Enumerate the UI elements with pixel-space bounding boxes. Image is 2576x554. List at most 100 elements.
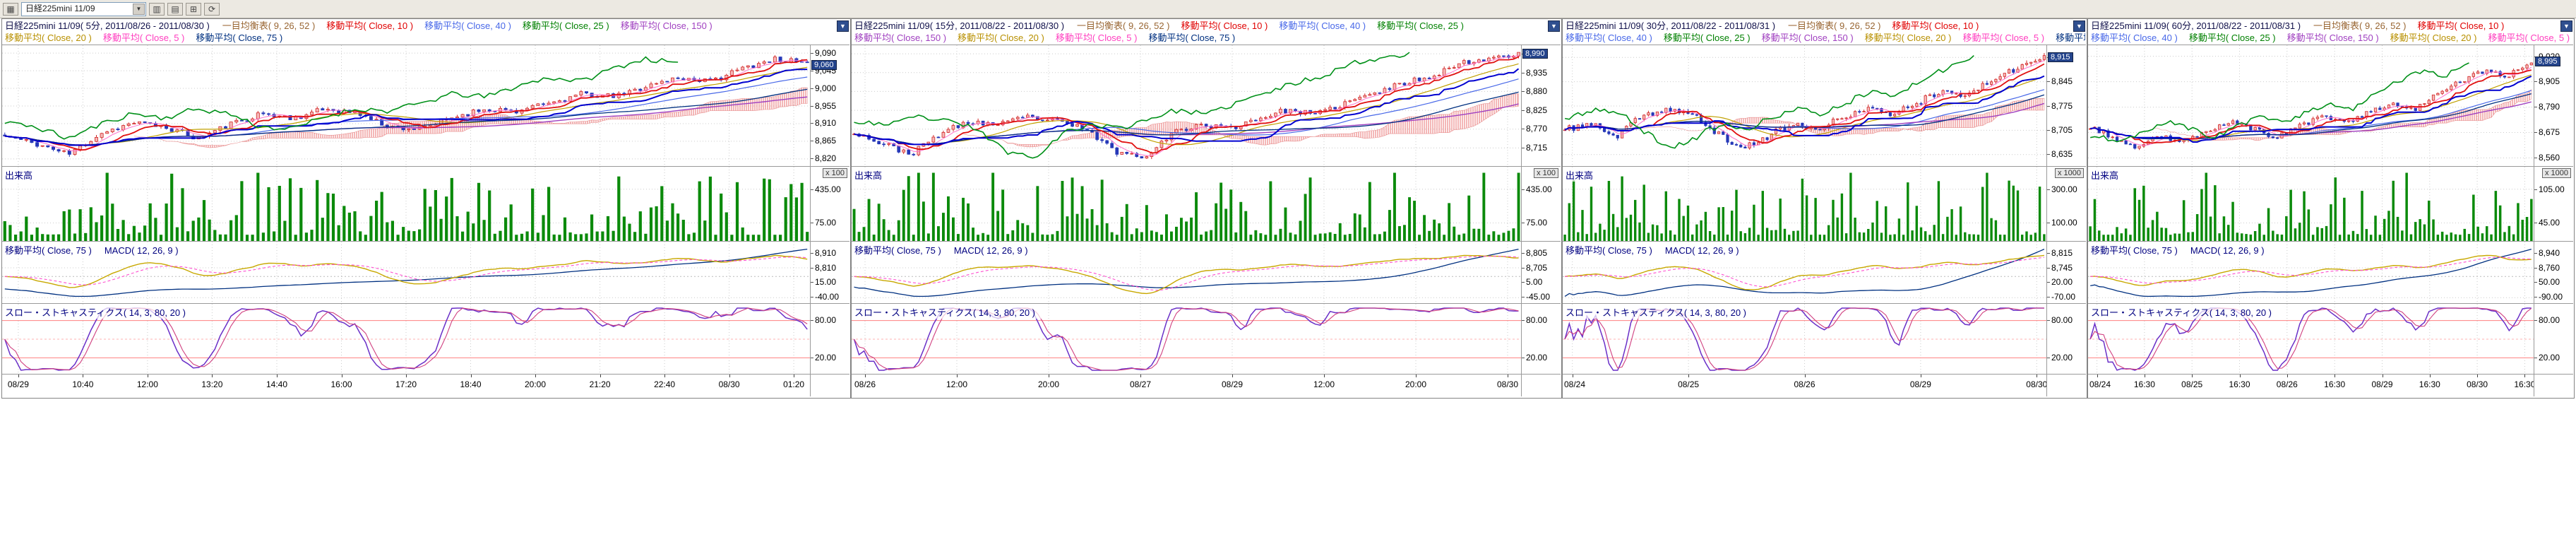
line-chart-icon: ▤ [171,4,179,14]
main-chart-pane[interactable] [1563,45,2046,166]
ma75-pane-label: 移動平均( Close, 75 ) [5,245,92,256]
axis-label: 8,825 [1526,105,1547,115]
axis-label: 8,790 [2539,102,2560,112]
panel-header-line2: 移動平均( Close, 40 )移動平均( Close, 25 )移動平均( … [2091,33,2572,44]
candlestick-chart-button[interactable]: ▥ [149,3,165,16]
main-chart-pane[interactable] [2,45,810,166]
x-axis-label: 08/30 [2026,379,2047,389]
axis-label: 8,705 [1526,263,1547,273]
x-axis-corner [1521,374,1561,396]
axis-label: 80.00 [815,315,836,325]
x-axis-label: 08/29 [8,379,29,389]
axis-label: 75.00 [815,218,836,228]
panel-collapse-button[interactable]: ▼ [837,20,849,32]
x-axis: 08/2408/2508/2608/2908/30 [1563,374,2046,396]
main-chart-pane-svg [2088,45,2534,166]
axis-label: 20.00 [2539,353,2560,363]
chart-panel-1[interactable]: 日経225mini 11/09( 5分, 2011/08/26 - 2011/0… [1,18,851,399]
ma75-pane-label: 移動平均( Close, 75 ) [2091,245,2178,256]
stochastics-axis: 80.0020.00 [2046,303,2086,374]
line-chart-button[interactable]: ▤ [167,3,183,16]
panel-collapse-button[interactable]: ▼ [1548,20,1560,32]
x-axis-label: 08/25 [1678,379,1699,389]
stochastics-label: スロー・ストキャスティクス( 14, 3, 80, 20 ) [2091,307,2272,318]
symbol-combobox[interactable]: 日経225mini 11/09 ▼ [21,2,146,16]
legend-item: 移動平均( Close, 25 ) [2189,33,2276,43]
volume-label: 出来高 [5,170,32,181]
panel-header-line2: 移動平均( Close, 20 )移動平均( Close, 5 )移動平均( C… [5,33,849,44]
refresh-icon: ⟳ [208,4,215,14]
legend-item: 移動平均( Close, 25 ) [523,20,609,31]
panel-header-line1: 日経225mini 11/09( 15分, 2011/08/22 - 2011/… [854,20,1546,32]
x-axis-label: 08/26 [2277,379,2298,389]
x-axis-label: 18:40 [460,379,481,389]
legend-item: 一目均衡表( 9, 26, 52 ) [1077,20,1169,31]
application-window: ▦ 日経225mini 11/09 ▼ ▥ ▤ ⊞ ⟳ 日経225mini 11/09( 5… [0,0,2576,554]
volume-unit-box: x 100 [1534,168,1558,178]
volume-pane[interactable] [852,166,1521,241]
main-chart-pane[interactable] [852,45,1521,166]
axis-label: 8,775 [2051,101,2073,111]
x-axis-label: 20:00 [1038,379,1059,389]
x-axis-corner [2046,374,2086,396]
volume-pane[interactable] [2088,166,2534,241]
volume-pane[interactable] [1563,166,2046,241]
main-chart-pane-svg [2,45,810,166]
toolbar: ▦ 日経225mini 11/09 ▼ ▥ ▤ ⊞ ⟳ [0,0,2576,18]
axis-label: 20.00 [1526,353,1547,363]
volume-label: 出来高 [854,170,882,181]
macd-pane-label: MACD( 12, 26, 9 ) [2190,245,2265,256]
x-axis-corner [810,374,849,396]
legend-item: 移動平均( Close, 150 ) [2287,33,2379,43]
main-price-axis: 9,0208,9058,7908,6758,5608,995 [2534,45,2573,166]
axis-label: 8,905 [2539,76,2560,86]
main-chart-pane[interactable] [2088,45,2534,166]
symbol-combobox-value: 日経225mini 11/09 [25,4,95,13]
legend-item: 移動平均( Close, 150 ) [854,33,946,43]
volume-label: 出来高 [1566,170,1593,181]
x-axis-label: 08/29 [2371,379,2392,389]
panel-title: 日経225mini 11/09( 5分, 2011/08/26 - 2011/0… [5,20,210,31]
chevron-down-icon: ▼ [133,4,145,15]
chart-panel-3[interactable]: 日経225mini 11/09( 30分, 2011/08/22 - 2011/… [1562,18,2087,399]
legend-item: 移動平均( Close, 10 ) [2418,20,2505,31]
layout-grid-button[interactable]: ▦ [3,3,18,16]
axis-label: 45.00 [2539,218,2560,228]
last-price-box: 9,060 [811,60,837,70]
ma75-pane-label: 移動平均( Close, 75 ) [1566,245,1652,256]
axis-label: 75.00 [1526,218,1547,228]
axis-label: 8,770 [1526,124,1547,134]
x-axis-label: 16:30 [2134,379,2155,389]
x-axis-label: 16:30 [2514,379,2535,389]
axis-label: 8,715 [1526,143,1547,153]
legend-item: 移動平均( Close, 75 ) [2056,33,2085,43]
legend-item: 一目均衡表( 9, 26, 52 ) [222,20,315,31]
volume-unit-box: x 100 [823,168,847,178]
axis-label: 9,000 [815,83,836,93]
x-axis-label: 08/27 [1130,379,1151,389]
stochastics-label: スロー・ストキャスティクス( 14, 3, 80, 20 ) [854,307,1035,318]
axis-label: 8,880 [1526,86,1547,96]
chart-panel-4[interactable]: 日経225mini 11/09( 60分, 2011/08/22 - 2011/… [2087,18,2575,399]
main-price-axis: 9,0909,0459,0008,9558,9108,8658,8209,060 [810,45,849,166]
panel-collapse-button[interactable]: ▼ [2560,20,2572,32]
chart-panel-2[interactable]: 日経225mini 11/09( 15分, 2011/08/22 - 2011/… [851,18,1562,399]
main-chart-pane-svg [852,45,1521,166]
axis-label: 8,705 [2051,125,2073,135]
x-axis-label: 08/24 [1564,379,1585,389]
x-axis-label: 12:00 [946,379,967,389]
x-axis-label: 01:20 [783,379,804,389]
refresh-button[interactable]: ⟳ [204,3,220,16]
ma75-pane-label: 移動平均( Close, 75 ) [854,245,941,256]
x-axis-label: 08/29 [1910,379,1931,389]
legend-item: 移動平均( Close, 75 ) [196,33,282,43]
axis-label: 8,910 [815,118,836,128]
x-axis-label: 16:00 [330,379,352,389]
panel-collapse-button[interactable]: ▼ [2073,20,2085,32]
x-axis-label: 20:00 [1405,379,1426,389]
new-window-icon: ⊞ [190,4,197,14]
volume-pane[interactable] [2,166,810,241]
new-window-button[interactable]: ⊞ [186,3,201,16]
panel-header-line2: 移動平均( Close, 150 )移動平均( Close, 20 )移動平均(… [854,33,1560,44]
axis-label: 8,910 [815,248,836,258]
